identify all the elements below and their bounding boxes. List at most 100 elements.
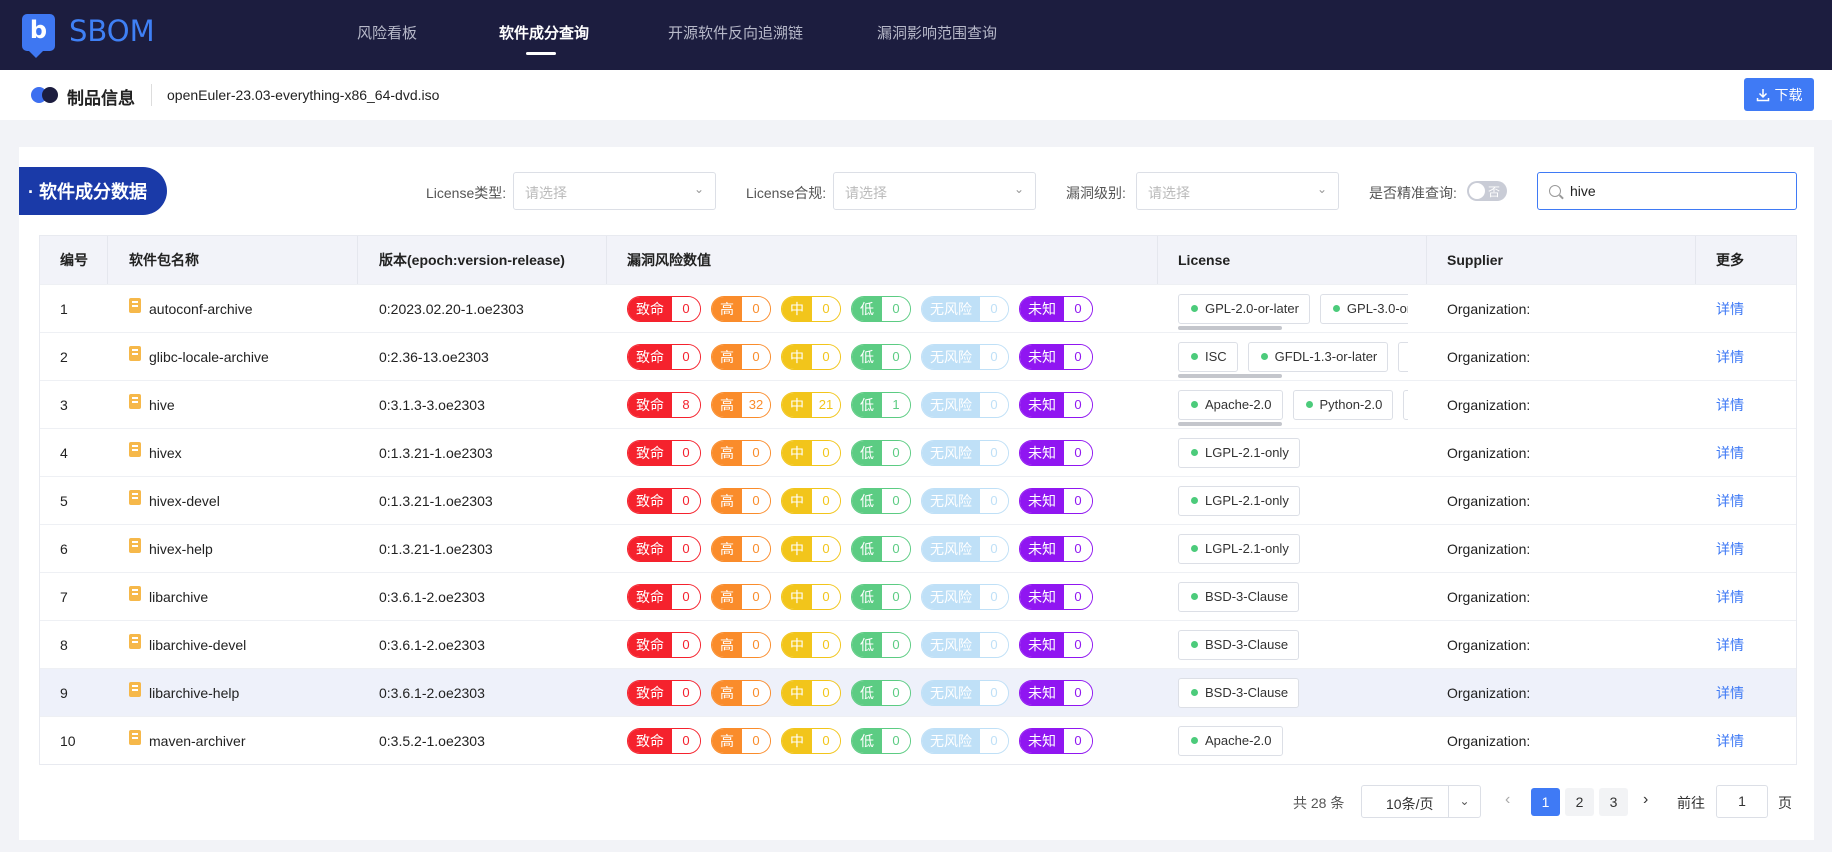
license-scrollbar[interactable] (1178, 373, 1282, 378)
risk-badge: 中0 (781, 727, 841, 754)
download-button[interactable]: 下载 (1744, 78, 1814, 111)
risk-badge: 致命 0 (627, 583, 701, 610)
license-tag: Python-2.0 (1292, 389, 1394, 420)
header-version: 版本(epoch:version-release) (358, 236, 607, 284)
page-button-2[interactable]: 2 (1565, 788, 1594, 816)
risk-count: 0 (980, 632, 1008, 657)
vuln-risk-cell: 致命 0 高 0 中 0 低 0 无风险 0 未知 0 (607, 573, 1158, 620)
prev-page-icon[interactable]: ‹ (1505, 791, 1510, 809)
risk-badge: 高0 (711, 343, 771, 370)
nav-tab-risk-dashboard[interactable]: 风险看板 (357, 22, 417, 43)
license-name: Apache-2.0 (1205, 397, 1272, 412)
details-link[interactable]: 详情 (1696, 525, 1796, 572)
package-name: autoconf-archive (149, 300, 253, 317)
risk-count: 0 (882, 344, 910, 369)
package-icon (129, 682, 141, 697)
details-link[interactable]: 详情 (1696, 717, 1796, 764)
product-info-icon (31, 87, 59, 103)
license-compliance-select[interactable]: 请选择 ⌄ (833, 172, 1036, 210)
nav-tab-vuln-impact[interactable]: 漏洞影响范围查询 (877, 22, 997, 43)
details-link[interactable]: 详情 (1696, 621, 1796, 668)
vuln-level-select[interactable]: 请选择 ⌄ (1136, 172, 1339, 210)
component-table: 编号 软件包名称 版本(epoch:version-release) 漏洞风险数… (39, 235, 1797, 765)
risk-level-label: 致命 (628, 296, 672, 321)
risk-level-label: 致命 (628, 344, 672, 369)
details-link[interactable]: 详情 (1696, 477, 1796, 524)
nav-tab-reverse-trace[interactable]: 开源软件反向追溯链 (668, 22, 803, 43)
goto-page-input[interactable]: 1 (1716, 785, 1768, 818)
license-status-dot (1191, 593, 1198, 600)
header-supplier: Supplier (1427, 236, 1696, 284)
details-link[interactable]: 详情 (1696, 381, 1796, 428)
table-row[interactable]: 2 glibc-locale-archive 0:2.36-13.oe2303 致命 0… (40, 332, 1796, 380)
risk-badge: 低0 (851, 727, 911, 754)
risk-badge: 高0 (711, 295, 771, 322)
table-row[interactable]: 4 hivex 0:1.3.21-1.oe2303 致命 0 高 0 中 0 低 0 无风险 0 未知 0 L… (40, 428, 1796, 476)
license-status-dot (1305, 401, 1313, 408)
package-name: libarchive (149, 588, 209, 605)
details-link[interactable]: 详情 (1696, 429, 1796, 476)
details-link[interactable]: 详情 (1696, 285, 1796, 332)
license-name: Python-2.0 (1319, 397, 1383, 412)
chevron-down-icon: ⌄ (1448, 786, 1480, 817)
risk-level-label: 致命 (628, 680, 672, 705)
risk-level-label: 低 (852, 440, 882, 465)
table-row[interactable]: 5 hivex-devel 0:1.3.21-1.oe2303 致命 0 高 0 中 0 低 0 无风… (40, 476, 1796, 524)
table-row[interactable]: 6 hivex-help 0:1.3.21-1.oe2303 致命 0 高 0 中 0 低 0 无风险… (40, 524, 1796, 572)
license-compliance-placeholder: 请选择 (845, 185, 887, 201)
toggle-knob (1469, 183, 1485, 199)
risk-count: 0 (1064, 728, 1092, 753)
table-row[interactable]: 10 maven-archiver 0:3.5.2-1.oe2303 致命 0 高 0 中 0 低… (40, 716, 1796, 764)
risk-level-label: 高 (712, 488, 742, 513)
page-button-1[interactable]: 1 (1531, 788, 1560, 816)
table-row[interactable]: 3 hive 0:3.1.3-3.oe2303 致命 8 高 32 中 21 低 1 无风险 0 未知 0 A… (40, 380, 1796, 428)
exact-query-label: 是否精准查询: (1369, 185, 1457, 201)
risk-level-label: 高 (712, 584, 742, 609)
package-version: 0:1.3.21-1.oe2303 (379, 540, 493, 557)
risk-badge: 未知 0 (1019, 487, 1093, 514)
license-scrollbar[interactable] (1178, 421, 1282, 426)
next-page-icon[interactable]: › (1643, 791, 1648, 809)
license-cell: LGPL-2.1-only (1158, 477, 1427, 524)
table-row[interactable]: 9 libarchive-help 0:3.6.1-2.oe2303 致命 0 高 0 中 0 低… (40, 668, 1796, 716)
license-tag: GFDL-1.3-or-later (1247, 341, 1389, 372)
details-link[interactable]: 详情 (1696, 573, 1796, 620)
supplier: Organization: (1447, 588, 1531, 605)
vuln-level-label: 漏洞级别: (1066, 185, 1126, 201)
search-input[interactable]: hive (1537, 172, 1797, 210)
risk-badge: 低0 (851, 439, 911, 466)
risk-count: 0 (672, 728, 700, 753)
table-row[interactable]: 7 libarchive 0:3.6.1-2.oe2303 致命 0 高 0 中 0 低 0 无风险 0… (40, 572, 1796, 620)
license-list: LGPL-2.1-only (1178, 477, 1408, 524)
nav-tab-component-query[interactable]: 软件成分查询 (499, 22, 589, 43)
details-link[interactable]: 详情 (1696, 333, 1796, 380)
table-row[interactable]: 8 libarchive-devel 0:3.6.1-2.oe2303 致命 0 高 0 中 0… (40, 620, 1796, 668)
risk-badge: 致命 0 (627, 439, 701, 466)
row-number: 1 (60, 300, 68, 317)
table-row[interactable]: 1 autoconf-archive 0:2023.02.20-1.oe2303 致命… (40, 284, 1796, 332)
risk-count: 0 (812, 680, 840, 705)
risk-level-label: 致命 (628, 392, 672, 417)
risk-count: 0 (672, 632, 700, 657)
search-icon (1549, 185, 1561, 197)
license-tag: Apache-2.0 (1178, 725, 1283, 756)
page-size-select[interactable]: 10条/页 ⌄ (1361, 785, 1481, 818)
risk-badge: 无风险 0 (921, 295, 1009, 322)
risk-count: 0 (980, 584, 1008, 609)
risk-count: 0 (742, 536, 770, 561)
risk-count: 0 (882, 632, 910, 657)
license-scrollbar[interactable] (1178, 325, 1282, 330)
product-title: 制品信息 (67, 89, 135, 108)
license-tag: BSD-3-Clause (1178, 677, 1300, 708)
risk-level-label: 致命 (628, 632, 672, 657)
details-link[interactable]: 详情 (1696, 669, 1796, 716)
risk-level-label: 无风险 (922, 536, 980, 561)
risk-count: 0 (882, 440, 910, 465)
supplier: Organization: (1447, 348, 1531, 365)
page-size-value: 10条/页 (1386, 796, 1434, 812)
license-type-select[interactable]: 请选择 ⌄ (513, 172, 716, 210)
risk-badge: 高0 (711, 727, 771, 754)
license-type-label: License类型: (426, 185, 507, 201)
page-button-3[interactable]: 3 (1599, 788, 1628, 816)
exact-query-toggle[interactable]: 否 (1467, 181, 1507, 201)
